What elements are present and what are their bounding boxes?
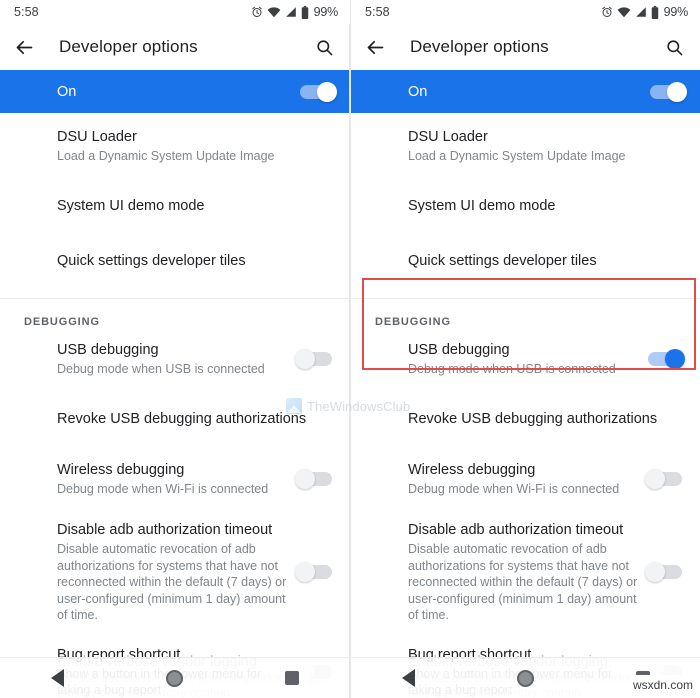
panel-separator <box>349 24 350 698</box>
left-phone-screenshot: 5:58 99% Developer options On DSU Loader… <box>0 0 350 698</box>
usb-debugging-toggle[interactable] <box>295 349 332 369</box>
disable-adb-timeout-toggle[interactable] <box>645 562 682 583</box>
list-item-subtitle: Disable automatic revocation of adb auth… <box>408 542 638 622</box>
battery-percent-label: 99% <box>313 5 339 19</box>
list-item-title: System UI demo mode <box>57 197 205 214</box>
list-item[interactable]: Quick settings developer tiles <box>0 241 350 281</box>
wireless-debugging-toggle[interactable] <box>645 469 682 489</box>
search-icon[interactable] <box>662 35 686 59</box>
status-bar-time: 5:58 <box>14 5 39 19</box>
list-item-subtitle: Debug mode when USB is connected <box>57 362 265 376</box>
battery-icon <box>651 5 659 19</box>
list-item-title: DSU Loader <box>57 129 137 145</box>
status-bar: 5:58 99% <box>0 0 350 24</box>
list-item-title: Wireless debugging <box>57 462 185 478</box>
toggle-thumb <box>645 469 665 489</box>
list-item-subtitle: Debug mode when USB is connected <box>408 362 616 376</box>
list-item-title: Wireless debugging <box>408 462 536 478</box>
list-item-disable-adb-timeout[interactable]: Disable adb authorization timeout Disabl… <box>0 521 350 624</box>
list-item-title: System UI demo mode <box>408 197 556 214</box>
page-title: Developer options <box>59 37 198 56</box>
master-switch-thumb <box>317 81 337 102</box>
developer-options-master-switch-row[interactable]: On <box>351 70 700 113</box>
list-item-title: DSU Loader <box>408 129 488 145</box>
list-item-title: Quick settings developer tiles <box>408 252 597 269</box>
status-bar-icons: 99% <box>601 5 688 19</box>
nav-home-icon[interactable] <box>517 669 534 687</box>
alarm-icon <box>601 6 613 18</box>
list-item-subtitle: Debug mode when Wi-Fi is connected <box>57 482 269 496</box>
list-item-title: USB debugging <box>408 342 510 358</box>
signal-icon <box>285 6 297 18</box>
list-item[interactable]: Quick settings developer tiles <box>351 241 700 281</box>
developer-options-master-switch-row[interactable]: On <box>0 70 350 113</box>
list-item-disable-adb-timeout[interactable]: Disable adb authorization timeout Disabl… <box>351 521 700 624</box>
list-item[interactable]: DSU Loader Load a Dynamic System Update … <box>0 126 350 166</box>
status-bar: 5:58 99% <box>351 0 700 24</box>
list-item-title: Quick settings developer tiles <box>57 252 246 269</box>
wifi-icon <box>267 6 281 18</box>
section-header-debugging: DEBUGGING <box>375 316 451 328</box>
list-item[interactable]: System UI demo mode <box>0 186 350 226</box>
watermark-thewindowsclub: TheWindowsClub <box>286 398 410 414</box>
master-switch-thumb <box>667 81 687 102</box>
toggle-thumb <box>295 562 315 583</box>
list-item-title: USB debugging <box>57 342 159 358</box>
toggle-thumb <box>295 349 315 369</box>
nav-back-icon[interactable] <box>402 669 415 687</box>
nav-home-icon[interactable] <box>166 669 183 687</box>
nav-back-icon[interactable] <box>51 669 64 687</box>
wifi-icon <box>617 6 631 18</box>
master-switch-toggle[interactable] <box>300 81 337 102</box>
section-header-debugging: DEBUGGING <box>24 316 100 328</box>
wireless-debugging-toggle[interactable] <box>295 469 332 489</box>
nav-recents-icon[interactable] <box>285 671 299 685</box>
list-item-subtitle: Load a Dynamic System Update Image <box>408 149 626 163</box>
list-item[interactable]: DSU Loader Load a Dynamic System Update … <box>351 126 700 166</box>
list-item-title: Revoke USB debugging authorizations <box>408 410 658 427</box>
right-phone-screenshot: 5:58 99% Developer options On DSU Loader… <box>350 0 700 698</box>
battery-percent-label: 99% <box>663 5 689 19</box>
watermark-text: wsxdn.com <box>632 678 693 692</box>
master-switch-label: On <box>408 83 428 100</box>
app-bar: Developer options <box>351 24 700 70</box>
alarm-icon <box>251 6 263 18</box>
toggle-thumb <box>665 349 685 369</box>
list-item-title: Disable adb authorization timeout <box>57 522 273 538</box>
usb-debugging-toggle[interactable] <box>648 349 685 369</box>
signal-icon <box>635 6 647 18</box>
battery-icon <box>301 5 309 19</box>
list-item-subtitle: Disable automatic revocation of adb auth… <box>57 542 287 622</box>
toggle-thumb <box>295 469 315 489</box>
list-item-usb-debugging[interactable]: USB debugging Debug mode when USB is con… <box>0 339 350 379</box>
status-bar-time: 5:58 <box>365 5 390 19</box>
back-arrow-icon[interactable] <box>12 35 36 59</box>
watermark-text: TheWindowsClub <box>307 398 411 414</box>
search-icon[interactable] <box>312 35 336 59</box>
watermark-wsxdn: wsxdn.com <box>629 675 696 695</box>
master-switch-label: On <box>57 83 77 100</box>
master-switch-toggle[interactable] <box>650 81 687 102</box>
list-item-usb-debugging[interactable]: USB debugging Debug mode when USB is con… <box>351 339 700 379</box>
list-item[interactable]: System UI demo mode <box>351 186 700 226</box>
disable-adb-timeout-toggle[interactable] <box>295 562 332 583</box>
status-bar-icons: 99% <box>251 5 338 19</box>
list-item-subtitle: Load a Dynamic System Update Image <box>57 149 275 163</box>
toggle-thumb <box>645 562 665 583</box>
app-bar: Developer options <box>0 24 350 70</box>
list-item-wireless-debugging[interactable]: Wireless debugging Debug mode when Wi-Fi… <box>0 459 350 499</box>
back-arrow-icon[interactable] <box>363 35 387 59</box>
list-item-subtitle: Debug mode when Wi-Fi is connected <box>408 482 620 496</box>
system-navigation-bar <box>0 657 350 698</box>
watermark-logo-icon <box>286 398 302 414</box>
list-item-wireless-debugging[interactable]: Wireless debugging Debug mode when Wi-Fi… <box>351 459 700 499</box>
page-title: Developer options <box>410 37 549 56</box>
dual-screenshot-container: 5:58 99% Developer options On DSU Loader… <box>0 0 700 698</box>
list-item-title: Disable adb authorization timeout <box>408 522 624 538</box>
